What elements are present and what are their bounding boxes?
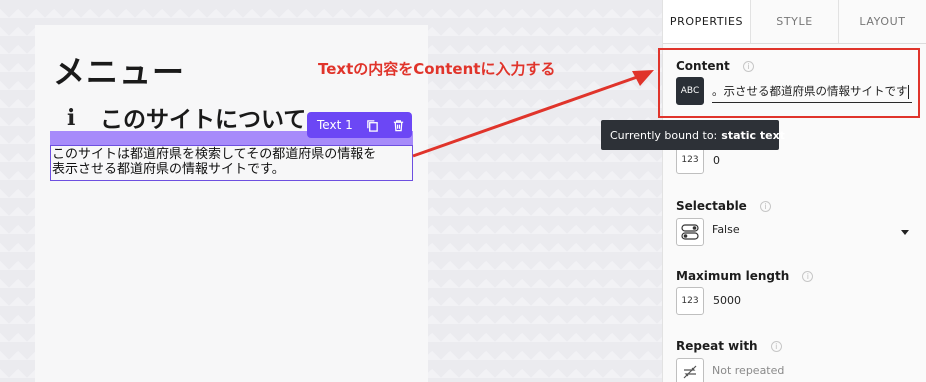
component-toolbar: Text 1 bbox=[307, 112, 412, 138]
annotation-text: Textの内容をContentに入力する bbox=[318, 60, 556, 78]
maximum-length-value[interactable]: 5000 bbox=[713, 294, 741, 307]
section-title[interactable]: このサイトについて bbox=[100, 100, 306, 134]
info-icon[interactable]: i bbox=[802, 271, 814, 282]
trash-icon[interactable] bbox=[385, 112, 411, 138]
content-label-row: Content i bbox=[676, 55, 754, 74]
panel-tabs: PROPERTIES STYLE LAYOUT bbox=[663, 0, 926, 44]
component-name-label[interactable]: Text 1 bbox=[317, 118, 359, 132]
content-input[interactable]: 示させる都道府県の情報サイトです。 bbox=[712, 79, 912, 103]
repeat-with-value[interactable]: Not repeated bbox=[712, 364, 784, 377]
tab-properties[interactable]: PROPERTIES bbox=[663, 0, 751, 43]
info-icon[interactable]: i bbox=[770, 341, 782, 352]
repeat-with-label: Repeat with bbox=[676, 339, 758, 353]
info-icon: i bbox=[67, 105, 76, 131]
info-icon[interactable]: i bbox=[759, 201, 771, 212]
tab-layout[interactable]: LAYOUT bbox=[839, 0, 926, 43]
repeat-type-icon[interactable] bbox=[676, 358, 704, 382]
tooltip-value: static text bbox=[721, 128, 785, 142]
text-type-icon[interactable]: ABC bbox=[676, 77, 704, 105]
selected-text-component[interactable]: このサイトは都道府県を検索してその都道府県の情報を 表示させる都道府県の情報サイ… bbox=[50, 145, 413, 181]
selectable-label: Selectable bbox=[676, 199, 747, 213]
binding-tooltip: Currently bound to: static text bbox=[601, 120, 785, 150]
tooltip-prefix: Currently bound to: bbox=[610, 128, 718, 142]
toggle-type-icon[interactable] bbox=[676, 218, 704, 246]
number-field-value[interactable]: 0 bbox=[713, 154, 720, 167]
chevron-down-icon[interactable] bbox=[901, 230, 909, 235]
maximum-length-label-row: Maximum length i bbox=[676, 265, 814, 284]
repeat-with-label-row: Repeat with i bbox=[676, 335, 782, 354]
number-type-icon[interactable]: 123 bbox=[676, 146, 704, 174]
maximum-length-label: Maximum length bbox=[676, 269, 790, 283]
info-icon[interactable]: i bbox=[742, 61, 754, 72]
selectable-label-row: Selectable i bbox=[676, 195, 771, 214]
selectable-dropdown[interactable]: False bbox=[712, 223, 740, 236]
page-title: メニュー bbox=[53, 53, 186, 91]
content-label: Content bbox=[676, 59, 730, 73]
properties-panel: PROPERTIES STYLE LAYOUT Content i ABC 示さ… bbox=[658, 0, 926, 382]
text-caret bbox=[907, 84, 909, 99]
tab-style[interactable]: STYLE bbox=[751, 0, 839, 43]
content-input-value: 示させる都道府県の情報サイトです。 bbox=[712, 84, 908, 98]
copy-icon[interactable] bbox=[359, 112, 385, 138]
number-type-icon[interactable]: 123 bbox=[676, 287, 704, 315]
